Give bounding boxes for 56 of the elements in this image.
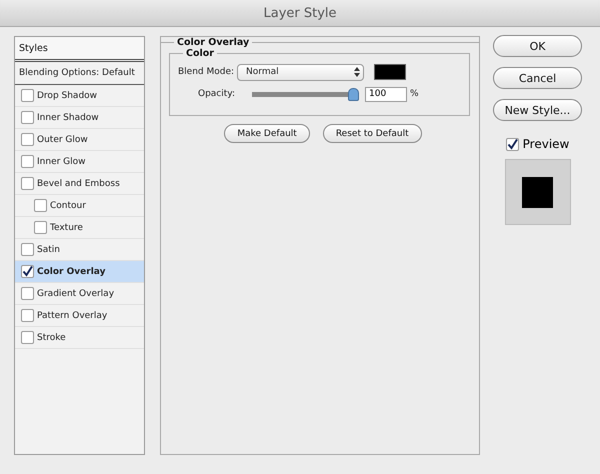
preview-swatch bbox=[522, 176, 553, 208]
dialog-button[interactable]: OK bbox=[493, 35, 582, 57]
field-label: Blend Mode: bbox=[178, 67, 234, 77]
checkbox[interactable] bbox=[21, 287, 34, 300]
color-swatch[interactable] bbox=[374, 64, 406, 80]
checkbox[interactable] bbox=[21, 89, 34, 102]
style-label: Contour bbox=[50, 200, 86, 210]
style-item[interactable]: Outer Glow bbox=[15, 129, 144, 151]
style-label: Texture bbox=[50, 222, 83, 232]
field-label: Opacity: bbox=[198, 89, 235, 99]
panel-button[interactable]: Make Default bbox=[224, 124, 310, 143]
style-item[interactable]: Inner Shadow bbox=[15, 107, 144, 129]
stepper-icon bbox=[354, 67, 360, 77]
panel-button[interactable]: Reset to Default bbox=[322, 124, 422, 143]
dialog-button[interactable]: Cancel bbox=[493, 67, 582, 89]
style-label: Outer Glow bbox=[37, 134, 88, 144]
style-item[interactable]: Texture bbox=[15, 217, 144, 239]
checkbox[interactable] bbox=[21, 177, 34, 190]
checkbox[interactable] bbox=[34, 199, 47, 212]
styles-header: Styles bbox=[15, 37, 144, 62]
group-title: Color bbox=[185, 48, 215, 59]
style-label: Inner Glow bbox=[37, 156, 86, 166]
slider-thumb[interactable] bbox=[348, 88, 359, 100]
style-item[interactable]: Pattern Overlay bbox=[15, 305, 144, 327]
style-label: Color Overlay bbox=[37, 266, 106, 276]
checkbox[interactable] bbox=[506, 138, 519, 150]
style-item[interactable]: Contour bbox=[15, 195, 144, 217]
checkbox[interactable] bbox=[34, 221, 47, 234]
style-label: Pattern Overlay bbox=[37, 310, 108, 320]
style-item[interactable]: Drop Shadow bbox=[15, 85, 144, 107]
style-label: Inner Shadow bbox=[37, 112, 99, 122]
section-title: Color Overlay bbox=[176, 37, 250, 48]
style-item[interactable]: Bevel and Emboss bbox=[15, 173, 144, 195]
dialog-button[interactable]: New Style... bbox=[493, 99, 582, 121]
checkbox[interactable] bbox=[21, 309, 34, 322]
unit-label: % bbox=[410, 89, 419, 99]
checkbox[interactable] bbox=[21, 155, 34, 168]
preview-label: Preview bbox=[522, 137, 570, 151]
style-item[interactable]: Stroke bbox=[15, 327, 144, 349]
checkbox[interactable] bbox=[21, 265, 34, 278]
checkbox[interactable] bbox=[21, 111, 34, 124]
style-label: Satin bbox=[37, 244, 60, 254]
style-item[interactable]: Inner Glow bbox=[15, 151, 144, 173]
style-item[interactable]: Color Overlay bbox=[15, 261, 144, 283]
blending-options-item[interactable]: Blending Options: Default bbox=[15, 62, 144, 85]
style-label: Bevel and Emboss bbox=[37, 178, 120, 188]
opacity-field[interactable]: 100 bbox=[365, 86, 407, 102]
blend-mode-select[interactable]: Normal bbox=[237, 64, 364, 80]
checkbox[interactable] bbox=[21, 133, 34, 146]
style-label: Drop Shadow bbox=[37, 90, 98, 100]
checkbox[interactable] bbox=[21, 331, 34, 344]
style-label: Gradient Overlay bbox=[37, 288, 114, 298]
window-title: Layer Style bbox=[263, 6, 337, 20]
style-item[interactable]: Gradient Overlay bbox=[15, 283, 144, 305]
checkbox[interactable] bbox=[21, 243, 34, 256]
style-label: Stroke bbox=[37, 332, 66, 342]
